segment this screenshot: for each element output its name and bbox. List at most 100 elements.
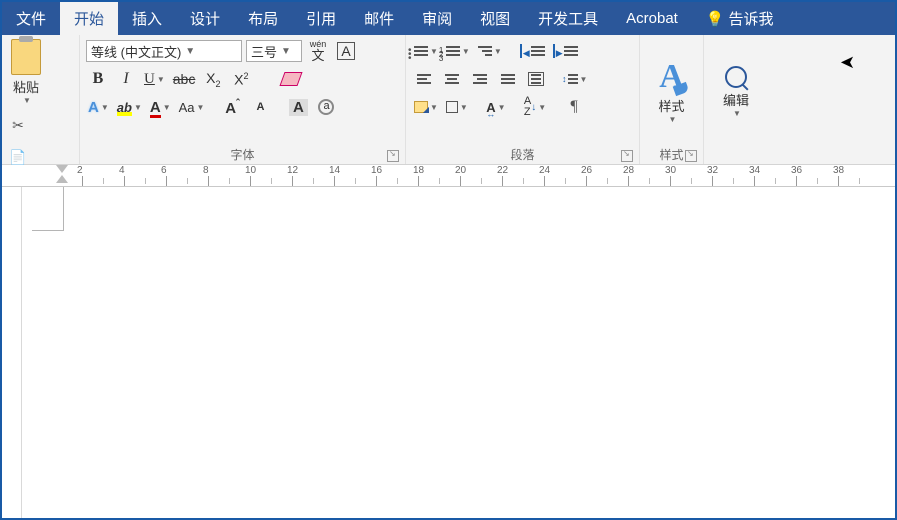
phonetic-guide-button[interactable]: wén 文 (306, 39, 330, 63)
copy-icon: 📄 (9, 149, 26, 166)
grow-font-button[interactable]: A (220, 95, 244, 119)
superscript-button[interactable]: X2 (229, 67, 253, 91)
styles-button[interactable]: A 样式 ▼ (648, 56, 696, 128)
italic-icon: I (123, 70, 128, 88)
tab-layout[interactable]: 布局 (234, 2, 292, 35)
ruler-tick: 30 (665, 165, 676, 176)
chevron-down-icon: ▼ (580, 75, 588, 84)
paint-bucket-icon (414, 101, 428, 113)
sort-button[interactable]: AZ↓▼ (522, 95, 548, 119)
tab-view[interactable]: 视图 (466, 2, 524, 35)
shade-icon: A (289, 99, 308, 116)
tab-design[interactable]: 设计 (176, 2, 234, 35)
superscript-icon: X2 (234, 71, 248, 88)
ruler-tick: 32 (707, 165, 718, 176)
text-effects-button[interactable]: A▼ (86, 95, 111, 119)
page[interactable] (22, 187, 895, 518)
borders-button[interactable]: ▼ (444, 95, 470, 119)
decrease-indent-button[interactable] (518, 39, 547, 63)
ruler-tick: 24 (539, 165, 550, 176)
increase-indent-button[interactable] (551, 39, 580, 63)
character-border-button[interactable]: A (334, 39, 358, 63)
ruler-tick: 38 (833, 165, 844, 176)
sort-icon: AZ (524, 96, 531, 118)
bold-icon: B (93, 70, 104, 88)
paste-label: 粘贴 (13, 77, 39, 96)
indent-marker-icon[interactable] (56, 165, 68, 183)
grow-font-icon: A (225, 98, 240, 117)
enclose-characters-button[interactable] (314, 95, 338, 119)
bold-button[interactable]: B (86, 67, 110, 91)
tab-references[interactable]: 引用 (292, 2, 350, 35)
editing-button[interactable]: 编辑 ▼ (712, 62, 760, 122)
chevron-down-icon: ▼ (157, 75, 165, 84)
tab-acrobat[interactable]: Acrobat (612, 2, 692, 35)
paragraph-launcher-icon[interactable] (621, 150, 633, 162)
phonetic-bottom: 文 (311, 49, 324, 62)
ruler-tick: 34 (749, 165, 760, 176)
clipboard-icon (11, 39, 41, 75)
align-left-button[interactable] (412, 67, 436, 91)
document-area (2, 187, 895, 518)
distribute-button[interactable] (524, 67, 548, 91)
cut-button[interactable]: ✂ (8, 115, 28, 135)
font-color-button[interactable]: A▼ (148, 95, 173, 119)
group-clipboard: 粘贴 ▼ ✂ 📄 🖌 剪贴板 (2, 35, 80, 164)
character-shading-button[interactable]: A (286, 95, 310, 119)
distribute-icon (528, 72, 544, 86)
chevron-down-icon: ▼ (462, 47, 470, 56)
shrink-font-button[interactable]: A (248, 95, 272, 119)
align-center-button[interactable] (440, 67, 464, 91)
tab-insert[interactable]: 插入 (118, 2, 176, 35)
mouse-cursor-icon: ➤ (840, 52, 855, 73)
show-paragraph-button[interactable]: ¶ (562, 95, 586, 119)
tab-review[interactable]: 审阅 (408, 2, 466, 35)
font-launcher-icon[interactable] (387, 150, 399, 162)
underline-button[interactable]: U▼ (142, 67, 167, 91)
chevron-down-icon: ▼ (185, 46, 195, 57)
bullets-button[interactable]: ▼ (412, 39, 440, 63)
indent-icon (553, 44, 578, 59)
change-case-button[interactable]: Aa▼ (177, 95, 207, 119)
ruler-tick: 16 (371, 165, 382, 176)
tab-developer[interactable]: 开发工具 (524, 2, 612, 35)
strikethrough-button[interactable]: abc (171, 67, 198, 91)
line-spacing-icon: ↕ (562, 72, 578, 86)
magnifier-icon (725, 66, 747, 88)
justify-icon (501, 72, 515, 86)
paste-button[interactable]: 粘贴 ▼ (8, 39, 44, 105)
ruler-tick: 10 (245, 165, 256, 176)
select-text-button[interactable]: A▼ (484, 95, 508, 119)
numbering-button[interactable]: ▼ (444, 39, 472, 63)
align-right-button[interactable] (468, 67, 492, 91)
clear-formatting-button[interactable] (279, 67, 303, 91)
vertical-ruler[interactable] (2, 187, 22, 518)
styles-launcher-icon[interactable] (685, 150, 697, 162)
tab-home[interactable]: 开始 (60, 2, 118, 35)
multilevel-button[interactable]: ▼ (476, 39, 504, 63)
line-spacing-button[interactable]: ↕▼ (560, 67, 589, 91)
numbering-icon (446, 46, 460, 56)
chevron-down-icon: ▼ (430, 103, 438, 112)
ruler-tick: 20 (455, 165, 466, 176)
group-paragraph-label: 段落 (510, 146, 534, 163)
ruler-tick: 6 (161, 165, 167, 176)
horizontal-ruler[interactable]: 2468101214161820222426283032343638 (2, 165, 895, 187)
multilevel-icon (478, 46, 492, 56)
tab-mailings[interactable]: 邮件 (350, 2, 408, 35)
italic-button[interactable]: I (114, 67, 138, 91)
highlight-button[interactable]: ab▼ (115, 95, 144, 119)
font-size-combo[interactable]: 三号 ▼ (246, 40, 302, 62)
tab-file[interactable]: 文件 (2, 2, 60, 35)
subscript-icon: X2 (206, 70, 220, 89)
copy-button[interactable]: 📄 (8, 147, 28, 167)
justify-button[interactable] (496, 67, 520, 91)
strike-icon: abc (173, 71, 196, 87)
ruler-tick: 14 (329, 165, 340, 176)
font-family-combo[interactable]: 等线 (中文正文) ▼ (86, 40, 242, 62)
ruler-tick: 4 (119, 165, 125, 176)
tellme-search[interactable]: 💡 告诉我 (692, 2, 788, 35)
ribbon: 粘贴 ▼ ✂ 📄 🖌 剪贴板 等线 (中文正文) ▼ 三号 (2, 35, 895, 165)
shading-button[interactable]: ▼ (412, 95, 440, 119)
subscript-button[interactable]: X2 (201, 67, 225, 91)
